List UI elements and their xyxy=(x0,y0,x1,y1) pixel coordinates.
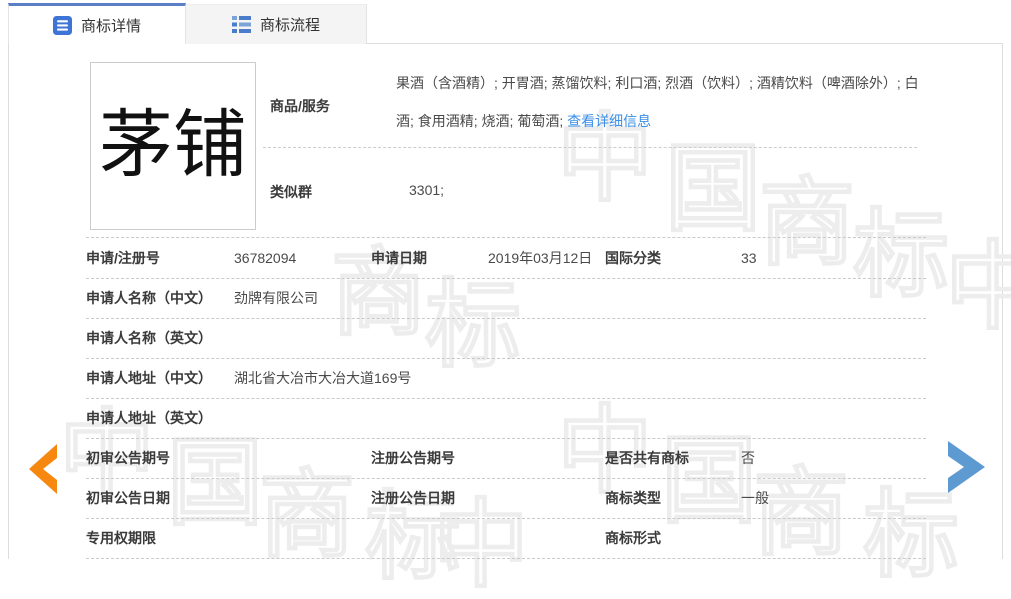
goods-services-value: 果酒（含酒精）; 开胃酒; 蒸馏饮料; 利口酒; 烈酒（饮料）; 酒精饮料（啤酒… xyxy=(396,64,923,140)
field-label: 注册公告期号 xyxy=(371,438,455,478)
previous-arrow-button[interactable] xyxy=(29,444,57,497)
table-row: 申请人地址（英文） xyxy=(86,398,926,439)
field-label: 是否共有商标 xyxy=(605,438,689,478)
field-label: 初审公告期号 xyxy=(86,438,170,478)
field-label: 国际分类 xyxy=(605,238,661,278)
detail-panel: 中 国 商 标 中 商 标 中 国 商 标 中 中 国 商 标 茅铺 商品/服务… xyxy=(8,44,1003,559)
field-label: 申请日期 xyxy=(371,238,427,278)
table-row: 申请人名称（英文） xyxy=(86,318,926,359)
chevron-right-icon xyxy=(948,441,985,493)
field-label: 申请/注册号 xyxy=(86,238,160,278)
field-value: 一般 xyxy=(741,478,769,518)
field-label: 初审公告日期 xyxy=(86,478,170,518)
field-label: 申请人地址（中文） xyxy=(86,358,212,398)
similar-group-label: 类似群 xyxy=(270,182,312,202)
field-label: 专用权期限 xyxy=(86,518,156,558)
list-icon xyxy=(232,16,251,33)
table-row: 申请人名称（中文） 劲牌有限公司 xyxy=(86,278,926,319)
tab-label: 商标详情 xyxy=(81,15,141,36)
tab-trademark-detail[interactable]: 商标详情 xyxy=(8,3,186,44)
field-value: 36782094 xyxy=(234,238,296,278)
chevron-left-icon xyxy=(29,444,57,494)
table-row: 初审公告日期 注册公告日期 商标类型 一般 xyxy=(86,478,926,519)
table-row: 申请人地址（中文） 湖北省大冶市大冶大道169号 xyxy=(86,358,926,399)
section-divider xyxy=(263,147,917,148)
document-lines-icon xyxy=(53,16,72,35)
next-arrow-button[interactable] xyxy=(948,441,985,496)
field-label: 申请人地址（英文） xyxy=(86,398,212,438)
similar-group-value: 3301; xyxy=(409,182,444,198)
goods-services-label: 商品/服务 xyxy=(270,96,330,116)
field-value: 劲牌有限公司 xyxy=(234,278,318,318)
tab-label: 商标流程 xyxy=(260,14,320,35)
field-label: 申请人名称（中文） xyxy=(86,278,212,318)
tab-trademark-process[interactable]: 商标流程 xyxy=(186,4,367,44)
field-label: 商标类型 xyxy=(605,478,661,518)
table-row: 专用权期限 商标形式 xyxy=(86,518,926,559)
table-row: 初审公告期号 注册公告期号 是否共有商标 否 xyxy=(86,438,926,479)
field-value: 湖北省大冶市大冶大道169号 xyxy=(234,358,411,398)
field-label: 注册公告日期 xyxy=(371,478,455,518)
view-details-link[interactable]: 查看详细信息 xyxy=(567,113,651,129)
field-value: 2019年03月12日 xyxy=(488,238,592,278)
field-label: 商标形式 xyxy=(605,518,661,558)
trademark-image: 茅铺 xyxy=(90,62,256,230)
table-row: 申请/注册号 36782094 申请日期 2019年03月12日 国际分类 33 xyxy=(86,237,926,279)
field-value: 否 xyxy=(741,438,755,478)
trademark-image-text: 茅铺 xyxy=(99,109,247,183)
field-value: 33 xyxy=(741,238,757,278)
tab-bar: 商标详情 商标流程 xyxy=(8,3,1003,44)
field-label: 申请人名称（英文） xyxy=(86,318,212,358)
goods-list-text: 果酒（含酒精）; 开胃酒; 蒸馏饮料; 利口酒; 烈酒（饮料）; 酒精饮料（啤酒… xyxy=(396,75,919,129)
trademark-detail-card: 商标详情 商标流程 中 国 商 标 中 商 标 中 国 xyxy=(8,3,1003,559)
